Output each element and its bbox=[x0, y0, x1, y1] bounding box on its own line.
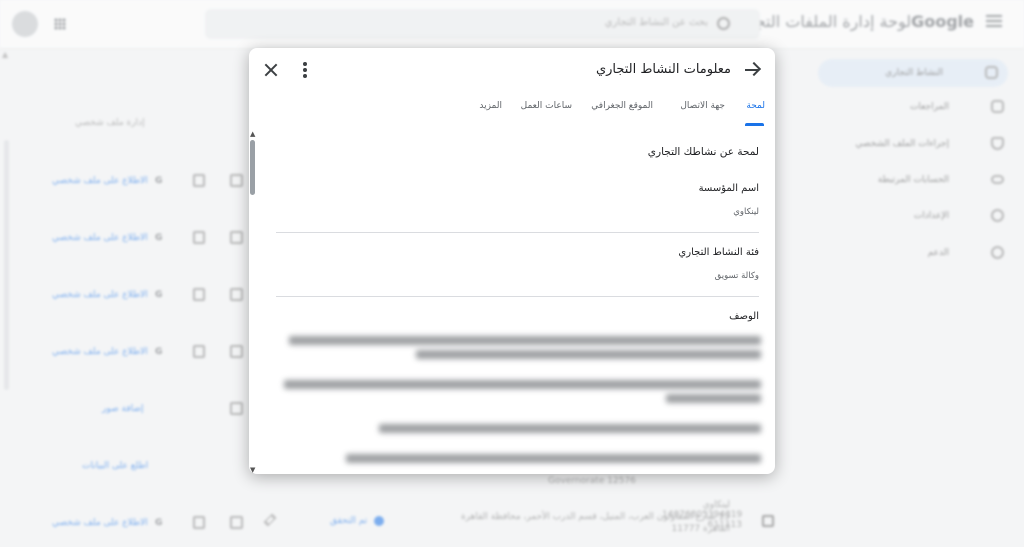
link-icon bbox=[991, 175, 1004, 184]
search-box[interactable]: بحث عن النشاط التجاري bbox=[205, 9, 760, 39]
post-icon[interactable] bbox=[193, 345, 205, 358]
view-profile-link[interactable]: الاطلاع على ملف شخصي bbox=[52, 518, 148, 528]
blurred-text-line bbox=[379, 424, 761, 433]
sidebar-item-business[interactable]: النشاط التجاري bbox=[818, 59, 1008, 87]
view-profile-link[interactable]: الاطلاع على ملف شخصي bbox=[52, 347, 148, 357]
sidebar-item-linked-accounts[interactable]: الحسابات المرتبطة bbox=[844, 171, 1004, 191]
close-icon[interactable] bbox=[263, 62, 279, 78]
apps-grid-icon[interactable] bbox=[54, 18, 66, 30]
google-g-icon: G bbox=[155, 233, 163, 243]
scroll-down-icon[interactable]: ▼ bbox=[250, 466, 255, 474]
business-info-dialog: معلومات النشاط التجاري لمحة جهة الاتصال … bbox=[249, 48, 775, 474]
business-name-value[interactable]: لينكاوي bbox=[733, 207, 759, 217]
add-photo-icon[interactable] bbox=[230, 345, 243, 358]
field-label: اسم المؤسسة bbox=[698, 183, 759, 194]
google-g-icon: G bbox=[155, 347, 163, 357]
sidebar-item-label: الحسابات المرتبطة bbox=[877, 175, 949, 185]
sidebar-item-settings[interactable]: الإعدادات bbox=[844, 207, 1004, 227]
business-category-value[interactable]: وكالة تسويق bbox=[715, 271, 759, 281]
view-profile-link[interactable]: الاطلاع على ملف شخصي bbox=[52, 233, 148, 243]
field-label: الوصف bbox=[729, 311, 759, 322]
phone-line: 14076805394319 bbox=[662, 510, 743, 520]
divider bbox=[276, 232, 759, 233]
sidebar-item-label: النشاط التجاري bbox=[885, 68, 943, 78]
add-photo-icon[interactable] bbox=[230, 288, 243, 301]
sidebar-item-label: الدعم bbox=[927, 248, 949, 258]
scroll-up-caret[interactable]: ▲ bbox=[2, 50, 8, 59]
sidebar-item-reviews[interactable]: المراجعات bbox=[844, 98, 1004, 118]
view-data-link[interactable]: اطلع على البيانات bbox=[82, 461, 148, 471]
page-scrollbar[interactable] bbox=[4, 140, 9, 390]
post-icon[interactable] bbox=[193, 288, 205, 301]
arrow-icon[interactable] bbox=[744, 61, 762, 79]
sidebar-item-label: المراجعات bbox=[909, 102, 949, 112]
view-profile-link[interactable]: الاطلاع على ملف شخصي bbox=[52, 290, 148, 300]
dialog-body: لمحة عن نشاطك التجاري اسم المؤسسة لينكاو… bbox=[276, 132, 761, 474]
tab-hours[interactable]: ساعات العمل bbox=[521, 101, 572, 111]
sidebar-item-label: الإعدادات bbox=[913, 211, 949, 221]
search-placeholder: بحث عن النشاط التجاري bbox=[604, 17, 708, 28]
active-tab-indicator bbox=[745, 123, 764, 126]
search-icon bbox=[717, 17, 730, 30]
divider bbox=[276, 296, 759, 297]
blurred-text-line bbox=[284, 380, 761, 389]
tab-more[interactable]: المزيد bbox=[479, 101, 502, 111]
add-photo-icon[interactable] bbox=[230, 516, 243, 529]
sidebar-item-label: إجراءات الملف الشخصي bbox=[855, 139, 949, 149]
governorate-text: Governorate 12576 bbox=[548, 476, 636, 486]
post-icon[interactable] bbox=[193, 174, 205, 187]
scroll-thumb[interactable] bbox=[250, 140, 255, 195]
settings-icon bbox=[991, 209, 1004, 222]
verified-icon bbox=[374, 516, 384, 526]
tab-bar: لمحة جهة الاتصال الموقع الجغرافي ساعات ا… bbox=[249, 98, 775, 128]
shield-icon bbox=[991, 137, 1004, 150]
google-g-icon: G bbox=[155, 176, 163, 186]
tab-contact[interactable]: جهة الاتصال bbox=[680, 101, 725, 111]
google-logo: Google bbox=[911, 12, 974, 31]
sidebar-item-profile-actions[interactable]: إجراءات الملف الشخصي bbox=[844, 135, 1004, 155]
google-g-icon: G bbox=[155, 518, 163, 528]
sidebar-item-support[interactable]: الدعم bbox=[844, 244, 1004, 264]
view-profile-link[interactable]: الاطلاع على ملف شخصي bbox=[52, 176, 148, 186]
post-icon[interactable] bbox=[193, 516, 205, 529]
blurred-text-line bbox=[416, 350, 761, 359]
google-g-icon: G bbox=[155, 290, 163, 300]
dialog-title: معلومات النشاط التجاري bbox=[595, 62, 731, 77]
help-icon bbox=[991, 246, 1004, 259]
top-bar: Googleلوحة إدارة الملفات التجارية بحث عن… bbox=[0, 0, 1024, 49]
dialog-header: معلومات النشاط التجاري bbox=[249, 48, 775, 92]
more-vert-icon[interactable] bbox=[303, 62, 307, 78]
blurred-text-line bbox=[289, 336, 761, 345]
section-title: لمحة عن نشاطك التجاري bbox=[647, 146, 759, 158]
blurred-text-line bbox=[666, 394, 761, 403]
listing-phone: 14076805394319 611113 bbox=[662, 510, 742, 530]
add-photo-icon[interactable] bbox=[230, 402, 243, 415]
reviews-icon bbox=[991, 100, 1004, 113]
add-photo-icon[interactable] bbox=[230, 174, 243, 187]
list-header: إدارة ملف شخصي bbox=[75, 118, 145, 128]
blurred-text-line bbox=[346, 454, 761, 463]
tab-overview[interactable]: لمحة bbox=[746, 101, 765, 111]
avatar[interactable] bbox=[12, 11, 38, 37]
app-logo: Googleلوحة إدارة الملفات التجارية bbox=[730, 12, 974, 31]
add-photo-icon[interactable] bbox=[230, 231, 243, 244]
row-checkbox[interactable] bbox=[762, 515, 774, 527]
status-badge: تم التحقق bbox=[330, 516, 368, 526]
field-label: فئة النشاط التجاري bbox=[678, 247, 759, 258]
listing-name: لينكاوي bbox=[702, 500, 730, 510]
menu-icon[interactable] bbox=[986, 15, 1002, 27]
tab-location[interactable]: الموقع الجغرافي bbox=[591, 101, 653, 111]
add-images-link[interactable]: إضافة صور bbox=[102, 404, 144, 414]
scroll-up-icon[interactable]: ▲ bbox=[250, 130, 255, 138]
post-icon[interactable] bbox=[193, 231, 205, 244]
dialog-scrollbar[interactable]: ▲ ▼ bbox=[249, 130, 258, 474]
storefront-icon bbox=[985, 66, 998, 79]
phone-line: 611113 bbox=[707, 520, 742, 530]
